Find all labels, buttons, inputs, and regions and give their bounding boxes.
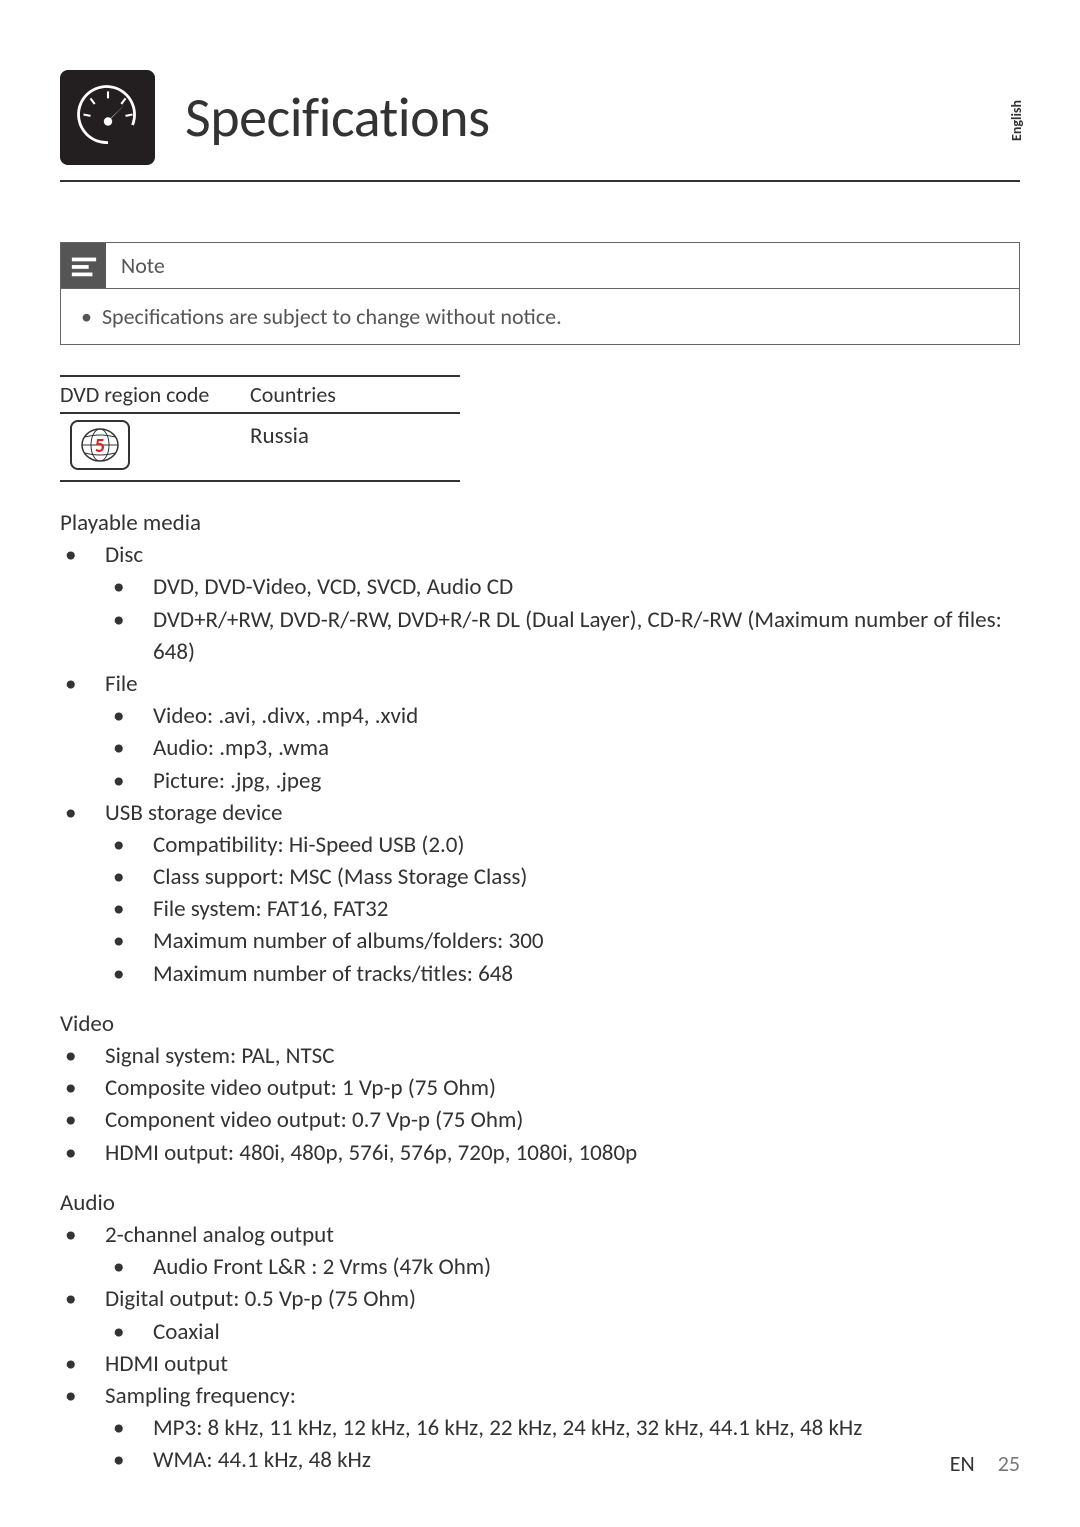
page-footer: EN 25 [950,1450,1020,1477]
video-title: Video [60,1008,1020,1040]
list-item: Compatibility: Hi-Speed USB (2.0) [105,829,1020,861]
region-country: Russia [250,420,309,450]
list-item: HDMI output: 480i, 480p, 576i, 576p, 720… [60,1137,1020,1169]
list-item: File system: FAT16, FAT32 [105,893,1020,925]
playable-media-title: Playable media [60,507,1020,539]
list-item: Signal system: PAL, NTSC [60,1040,1020,1072]
list-item: DVD+R/+RW, DVD-R/-RW, DVD+R/-R DL (Dual … [105,604,1020,668]
footer-lang: EN [950,1450,975,1477]
audio-sampling-label: Sampling frequency: [105,1382,296,1410]
list-item: 2-channel analog output Audio Front L&R … [60,1219,1020,1283]
note-header: Note [61,243,1019,288]
table-header-countries: Countries [250,381,336,408]
note-label: Note [121,252,165,279]
region-number: 5 [95,434,105,458]
list-item: MP3: 8 kHz, 11 kHz, 12 kHz, 16 kHz, 22 k… [105,1412,1020,1444]
list-item: USB storage device Compatibility: Hi-Spe… [60,797,1020,990]
note-body: Specifications are subject to change wit… [61,288,1019,344]
note-box: Note Specifications are subject to chang… [60,242,1020,345]
list-item: Class support: MSC (Mass Storage Class) [105,861,1020,893]
speedometer-icon [60,70,155,165]
page-title: Specifications [185,84,489,152]
footer-page-number: 25 [998,1450,1020,1477]
table-header-region: DVD region code [60,381,250,408]
page-header: Specifications [60,0,1020,182]
list-item: Picture: .jpg, .jpeg [105,765,1020,797]
note-body-text: Specifications are subject to change wit… [81,303,562,330]
list-item: Audio Front L&R : 2 Vrms (47k Ohm) [105,1251,1020,1283]
audio-title: Audio [60,1187,1020,1219]
list-item: HDMI output [60,1348,1020,1380]
table-header-row: DVD region code Countries [60,375,460,414]
disc-label: Disc [105,541,143,569]
note-icon [61,243,106,288]
audio-analog-label: 2-channel analog output [105,1221,334,1249]
list-item: Sampling frequency: MP3: 8 kHz, 11 kHz, … [60,1380,1020,1477]
list-item: Audio: .mp3, .wma [105,732,1020,764]
spec-content: Playable media Disc DVD, DVD-Video, VCD,… [60,507,1020,1476]
region-code-globe-icon: 5 [70,420,130,470]
list-item: Composite video output: 1 Vp-p (75 Ohm) [60,1072,1020,1104]
list-item: Component video output: 0.7 Vp-p (75 Ohm… [60,1104,1020,1136]
list-item: DVD, DVD-Video, VCD, SVCD, Audio CD [105,571,1020,603]
language-tab: English [1008,100,1025,141]
audio-digital-label: Digital output: 0.5 Vp-p (75 Ohm) [105,1285,416,1313]
list-item: Disc DVD, DVD-Video, VCD, SVCD, Audio CD… [60,539,1020,668]
list-item: WMA: 44.1 kHz, 48 kHz [105,1444,1020,1476]
table-row: 5 Russia [60,414,460,482]
list-item: Video: .avi, .divx, .mp4, .xvid [105,700,1020,732]
list-item: File Video: .avi, .divx, .mp4, .xvid Aud… [60,668,1020,797]
list-item: Digital output: 0.5 Vp-p (75 Ohm) Coaxia… [60,1283,1020,1347]
list-item: Maximum number of albums/folders: 300 [105,925,1020,957]
file-label: File [105,670,138,698]
list-item: Coaxial [105,1316,1020,1348]
region-table: DVD region code Countries 5 Russia [60,375,460,482]
usb-label: USB storage device [105,799,282,827]
list-item: Maximum number of tracks/titles: 648 [105,958,1020,990]
